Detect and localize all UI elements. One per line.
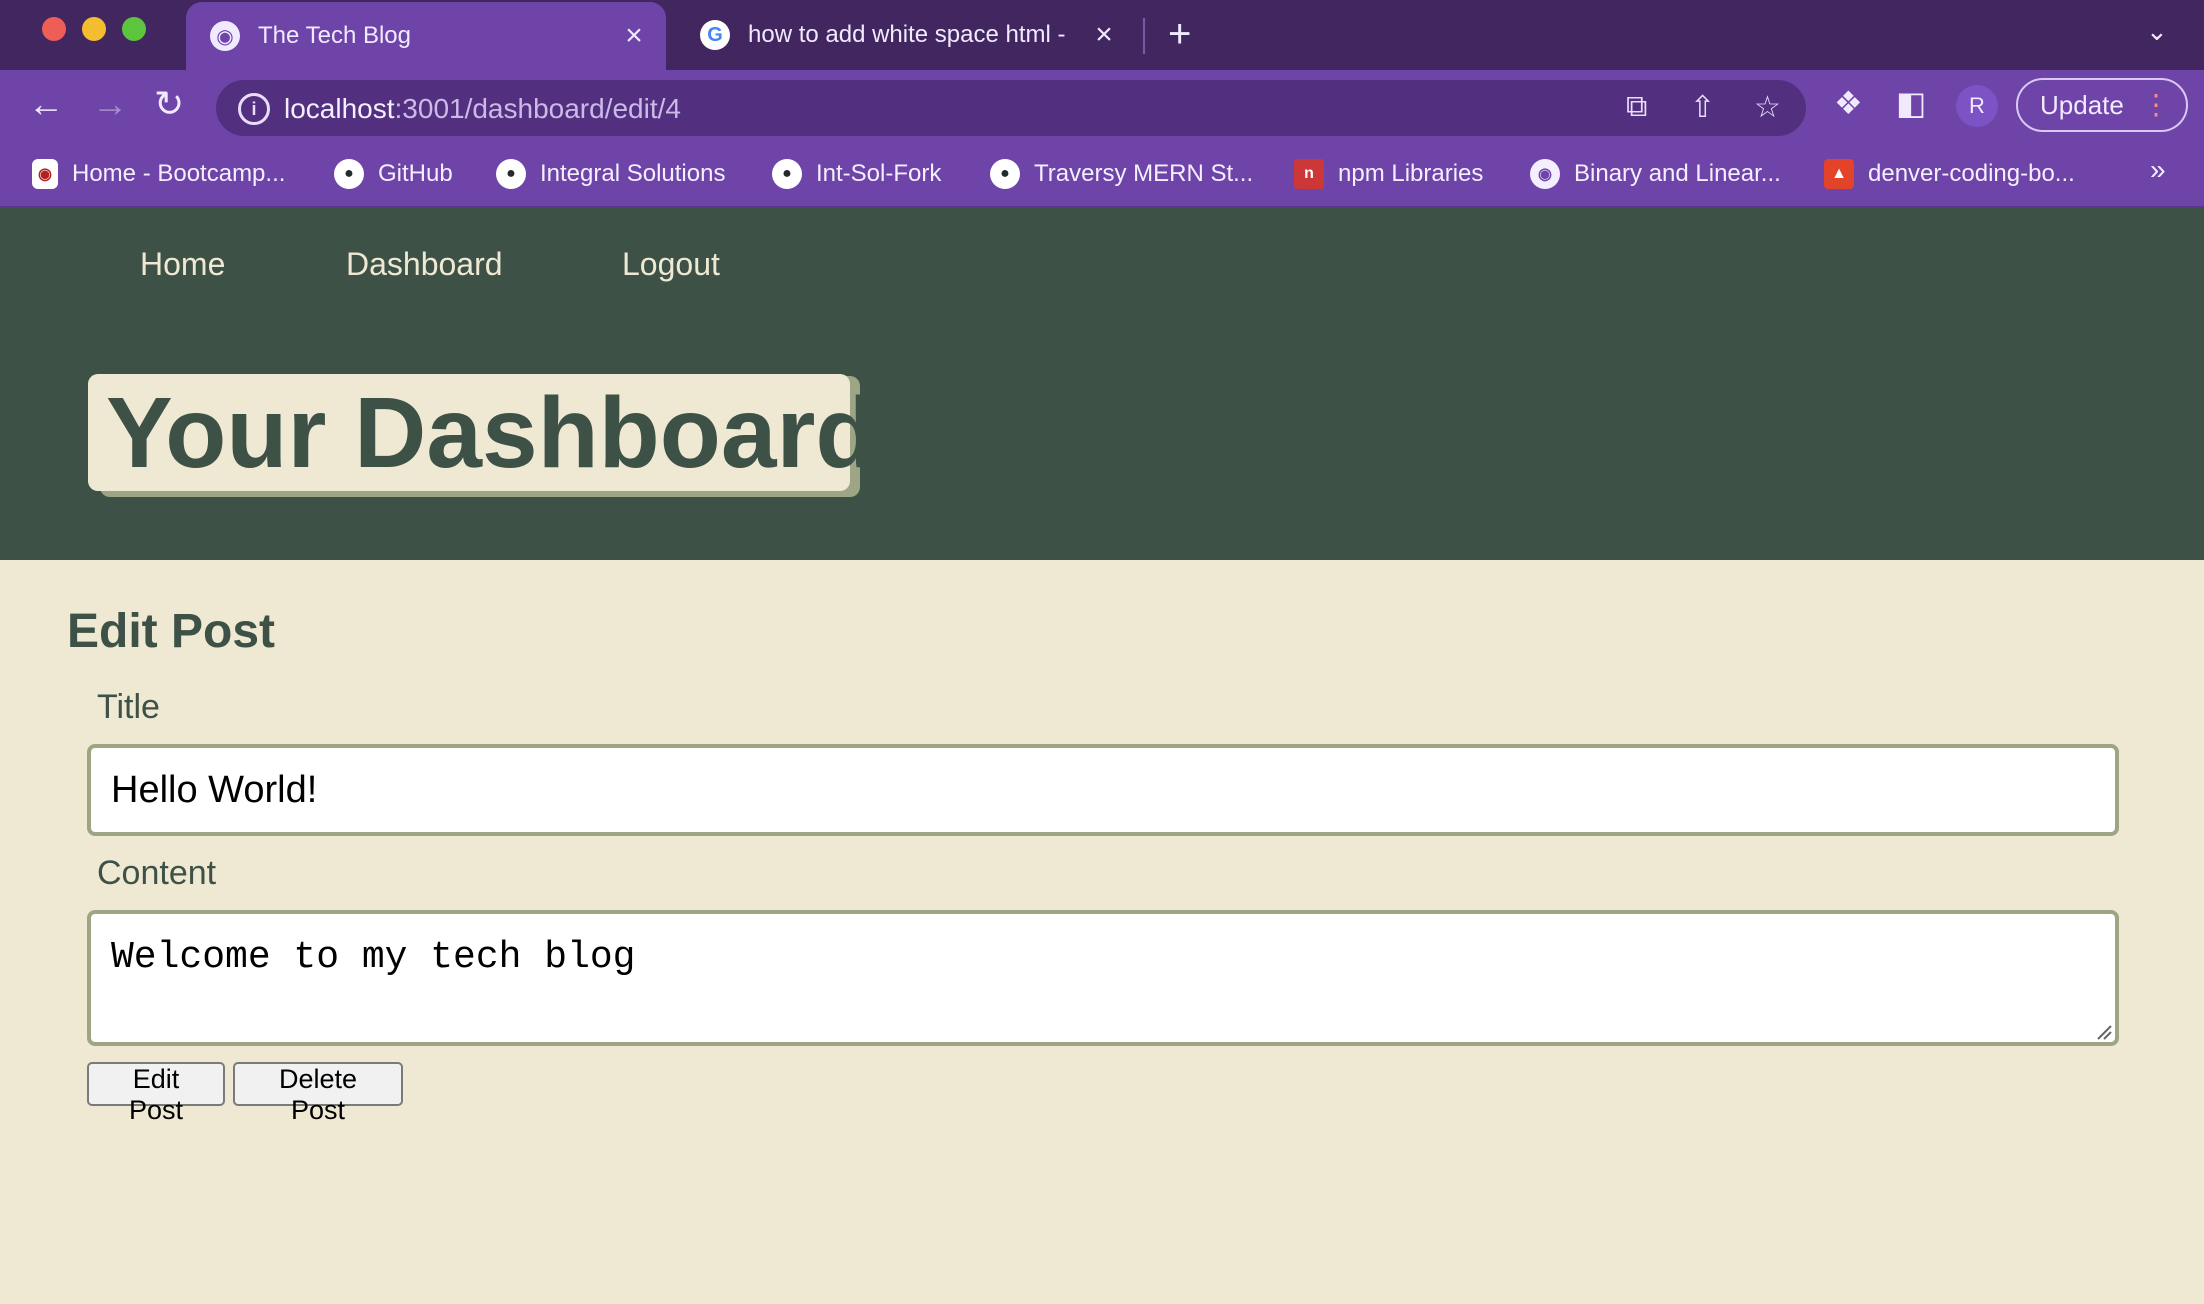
title-label: Title <box>97 688 160 726</box>
npm-icon: n <box>1294 159 1324 189</box>
bookmark-npm-libraries[interactable]: n npm Libraries <box>1294 154 1483 194</box>
bookmark-github[interactable]: ● GitHub <box>334 154 453 194</box>
github-icon: ● <box>772 159 802 189</box>
update-button[interactable]: Update ⋮ <box>2016 78 2188 132</box>
bookmark-home-bootcamp[interactable]: ◉ Home - Bootcamp... <box>32 154 285 194</box>
new-tab-icon[interactable]: + <box>1168 12 1191 56</box>
content-textarea[interactable]: Welcome to my tech blog <box>87 910 2119 1046</box>
more-bookmarks-icon[interactable]: » <box>2150 154 2166 186</box>
nav-logout-link[interactable]: Logout <box>622 246 720 283</box>
globe-icon: ◉ <box>210 21 240 51</box>
bookmark-label: Traversy MERN St... <box>1034 160 1254 187</box>
google-icon: G <box>700 20 730 50</box>
close-icon[interactable]: × <box>1084 18 1124 52</box>
maximize-window-button[interactable] <box>122 17 146 41</box>
resize-handle-icon[interactable] <box>2094 1022 2112 1040</box>
delete-post-button[interactable]: Delete Post <box>233 1062 403 1125</box>
browser-tab-strip: ◉ The Tech Blog × G how to add white spa… <box>0 0 2204 70</box>
bookmark-label: Home - Bootcamp... <box>72 160 286 187</box>
address-bar[interactable]: i localhost:3001/dashboard/edit/4 ⧉ ⇧ ☆ <box>216 80 1806 136</box>
back-arrow-icon[interactable]: ← <box>28 84 64 124</box>
side-panel-icon[interactable]: ◧ <box>1896 84 1926 122</box>
address-url[interactable]: localhost:3001/dashboard/edit/4 <box>284 93 681 125</box>
bookmark-traversy-mern[interactable]: ● Traversy MERN St... <box>990 154 1253 194</box>
tab-google-search[interactable]: G how to add white space html - × <box>676 0 1136 70</box>
bookmark-label: GitHub <box>378 160 453 187</box>
bookmark-label: denver-coding-bo... <box>1868 160 2075 187</box>
page-title: Your Dashboard <box>88 374 876 491</box>
tab-title: how to add white space html - <box>748 21 1066 48</box>
edit-post-button[interactable]: Edit Post <box>87 1062 225 1125</box>
extensions-icon[interactable]: ❖ <box>1834 84 1863 122</box>
content-label: Content <box>97 854 217 892</box>
bookmark-label: Binary and Linear... <box>1574 160 1781 187</box>
github-icon: ● <box>496 159 526 189</box>
forward-arrow-icon[interactable]: → <box>92 84 128 124</box>
bookmarks-bar: ◉ Home - Bootcamp... ● GitHub ● Integral… <box>0 142 2204 208</box>
url-host: localhost <box>284 93 395 124</box>
kebab-menu-icon[interactable]: ⋮ <box>2142 80 2170 130</box>
github-icon: ● <box>334 159 364 189</box>
tab-the-tech-blog[interactable]: ◉ The Tech Blog × <box>186 2 666 70</box>
github-icon: ● <box>990 159 1020 189</box>
browser-toolbar: ← → ↻ i localhost:3001/dashboard/edit/4 … <box>0 70 2204 142</box>
chevron-down-icon[interactable]: ⌄ <box>2146 16 2168 47</box>
bookmark-integral-solutions[interactable]: ● Integral Solutions <box>496 154 725 194</box>
minimize-window-button[interactable] <box>82 17 106 41</box>
star-icon[interactable]: ☆ <box>1754 90 1781 125</box>
reload-icon[interactable]: ↻ <box>154 84 184 124</box>
tab-title: The Tech Blog <box>258 22 411 49</box>
site-header: Home Dashboard Logout Your Dashboard <box>0 208 2204 560</box>
close-icon[interactable]: × <box>614 19 654 53</box>
title-input[interactable] <box>87 744 2119 836</box>
bookmark-denver-coding[interactable]: ▲ denver-coding-bo... <box>1824 154 2075 194</box>
tab-separator <box>1143 18 1145 54</box>
url-path: :3001/dashboard/edit/4 <box>394 93 681 124</box>
globe-icon: ◉ <box>1530 159 1560 189</box>
bookmark-binary-and-linear[interactable]: ◉ Binary and Linear... <box>1530 154 1781 194</box>
bookmark-label: Int-Sol-Fork <box>816 160 942 187</box>
open-external-icon[interactable]: ⧉ <box>1626 90 1647 124</box>
update-label: Update <box>2040 90 2124 120</box>
close-window-button[interactable] <box>42 17 66 41</box>
share-icon[interactable]: ⇧ <box>1690 90 1715 125</box>
nav-dashboard-link[interactable]: Dashboard <box>346 246 503 283</box>
bookmark-label: Integral Solutions <box>540 160 726 187</box>
profile-avatar[interactable]: R <box>1956 85 1998 127</box>
edit-post-heading: Edit Post <box>67 605 276 658</box>
bookmark-int-sol-fork[interactable]: ● Int-Sol-Fork <box>772 154 941 194</box>
info-icon[interactable]: i <box>238 93 270 125</box>
nav-home-link[interactable]: Home <box>140 246 225 283</box>
gitlab-icon: ▲ <box>1824 159 1854 189</box>
bookmark-label: npm Libraries <box>1338 160 1484 187</box>
bootcamp-icon: ◉ <box>32 159 58 189</box>
